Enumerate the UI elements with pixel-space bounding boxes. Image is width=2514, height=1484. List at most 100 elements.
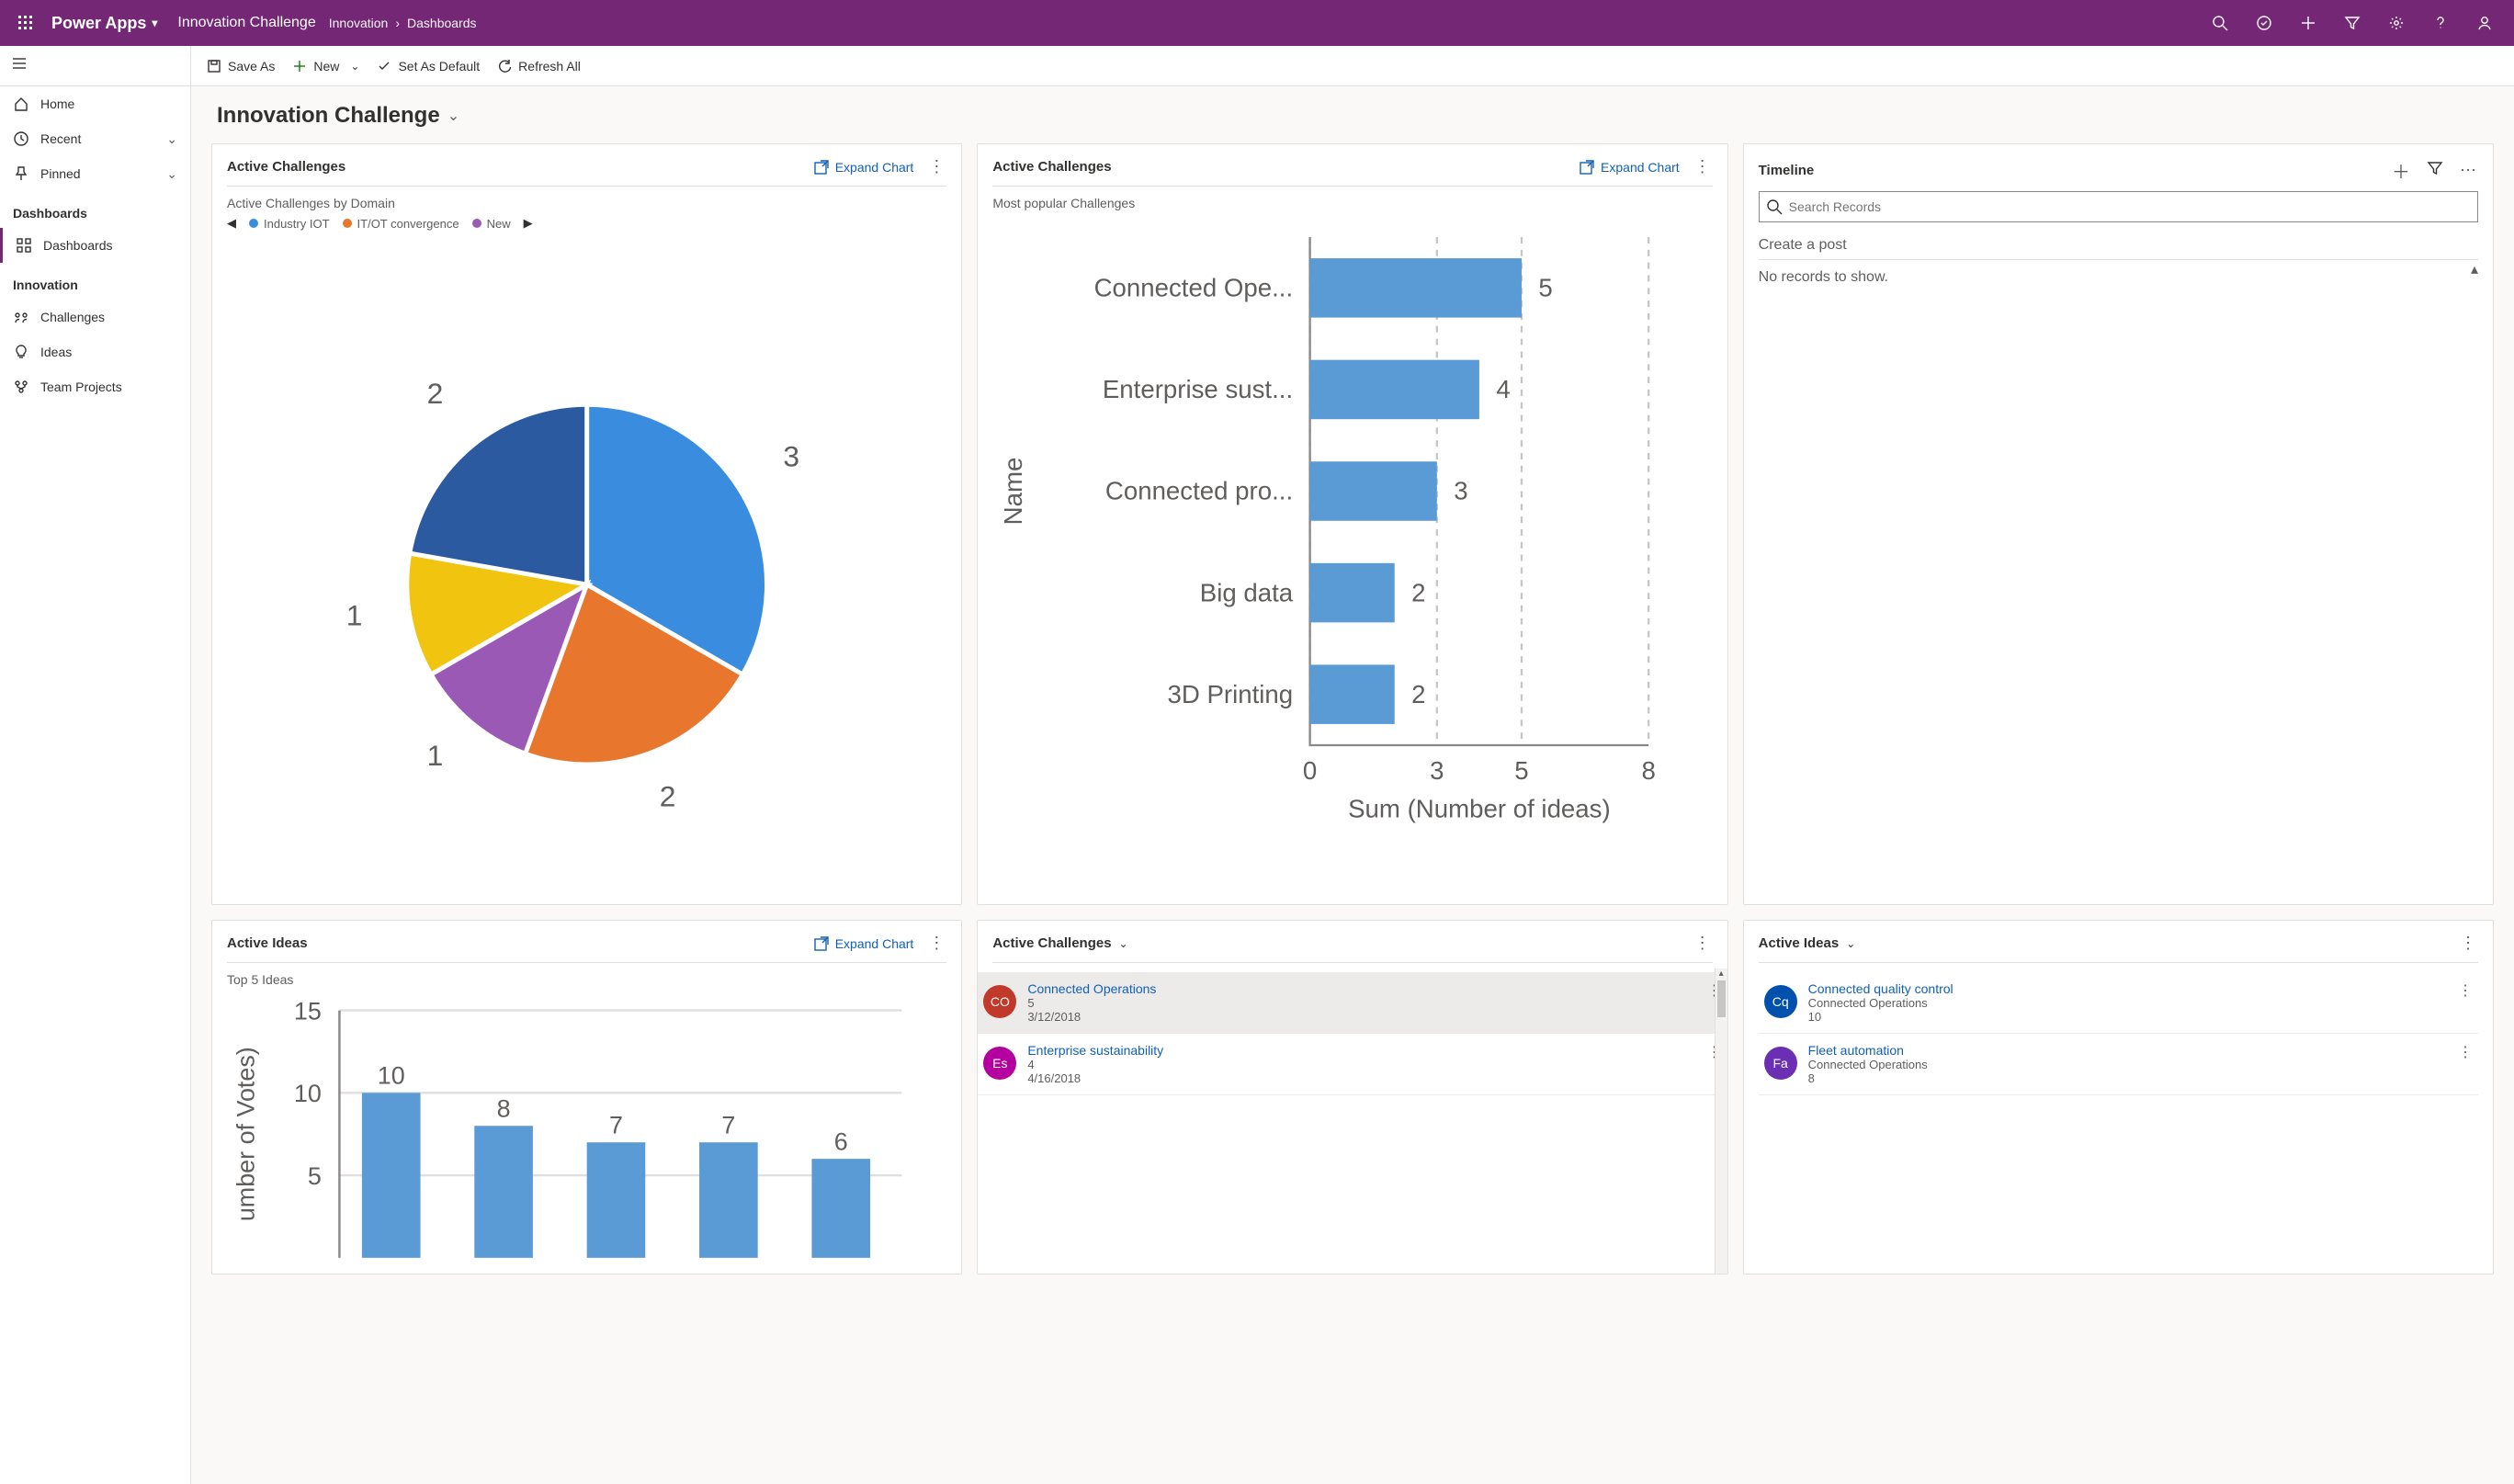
avatar: Fa	[1764, 1047, 1797, 1080]
create-post-link[interactable]: Create a post	[1759, 232, 2478, 259]
card-more-icon[interactable]: ⋮	[1693, 934, 1713, 953]
svg-text:8: 8	[1642, 756, 1656, 785]
list-item[interactable]: Fa Fleet automation Connected Operations…	[1759, 1034, 2478, 1095]
user-icon[interactable]	[2463, 0, 2507, 46]
legend-next-icon[interactable]: ▶	[524, 216, 533, 231]
chevron-down-icon[interactable]: ⌄	[350, 60, 359, 73]
list-item-title: Fleet automation	[1808, 1043, 2447, 1058]
svg-text:3: 3	[1430, 756, 1444, 785]
svg-text:Connected Ope...: Connected Ope...	[1094, 274, 1294, 302]
settings-icon[interactable]	[2374, 0, 2418, 46]
list-item[interactable]: CO Connected Operations 5 3/12/2018 ⋮	[978, 972, 1727, 1034]
svg-text:5: 5	[1515, 756, 1529, 785]
card-more-icon[interactable]: ⋮	[926, 157, 946, 176]
card-active-challenges-domain: Active Challenges Expand Chart ⋮ Active …	[211, 143, 962, 905]
legend-prev-icon[interactable]: ◀	[227, 216, 236, 231]
page-title: Innovation Challenge	[217, 103, 440, 129]
nav-dashboards[interactable]: Dashboards	[0, 228, 190, 263]
new-button[interactable]: New⌄	[291, 58, 359, 74]
card-more-icon[interactable]: ⋮	[2458, 934, 2478, 953]
breadcrumb-1[interactable]: Dashboards	[407, 16, 477, 30]
svg-text:4: 4	[1497, 375, 1511, 403]
task-flow-icon[interactable]	[2242, 0, 2286, 46]
pie-chart: 32112	[227, 231, 946, 893]
card-more-icon[interactable]: ⋮	[1693, 157, 1713, 176]
list-item[interactable]: Cq Connected quality control Connected O…	[1759, 972, 2478, 1034]
svg-text:5: 5	[308, 1162, 322, 1190]
help-icon[interactable]	[2418, 0, 2463, 46]
filter-icon[interactable]	[2330, 0, 2374, 46]
nav-home[interactable]: Home	[0, 86, 190, 121]
refresh-button[interactable]: Refresh All	[496, 58, 581, 74]
command-bar: Save As New⌄ Set As Default Refresh All	[191, 46, 2514, 86]
svg-text:5: 5	[1539, 274, 1553, 302]
svg-text:umber of Votes): umber of Votes)	[232, 1047, 259, 1221]
vbar-chart: 51015108776umber of Votes)	[227, 992, 946, 1263]
svg-text:2: 2	[1412, 578, 1426, 606]
timeline-add-icon[interactable]: ＋	[2390, 157, 2412, 184]
svg-text:Connected pro...: Connected pro...	[1105, 477, 1293, 505]
row-more-icon[interactable]: ⋮	[2458, 1043, 2473, 1061]
scrollbar[interactable]: ▴	[1715, 969, 1727, 1274]
svg-text:3: 3	[783, 440, 799, 473]
left-nav: Home Recent⌄ Pinned⌄ Dashboards Dashboar…	[0, 46, 191, 1484]
app-name: Innovation Challenge	[164, 15, 328, 31]
hbar-chart: 0358Connected Ope...5Enterprise sust...4…	[992, 216, 1712, 893]
list-item[interactable]: Es Enterprise sustainability 4 4/16/2018…	[978, 1034, 1727, 1095]
svg-text:8: 8	[497, 1095, 511, 1123]
breadcrumb: Innovation › Dashboards	[329, 16, 477, 30]
card-active-ideas-chart: Active Ideas Expand Chart ⋮ Top 5 Ideas …	[211, 920, 962, 1274]
svg-text:7: 7	[721, 1112, 735, 1139]
card-title: Timeline	[1759, 163, 1815, 178]
scroll-up-icon[interactable]: ▴	[2471, 260, 2478, 278]
svg-text:Enterprise sust...: Enterprise sust...	[1103, 375, 1293, 403]
brand[interactable]: Power Apps ▾	[44, 14, 164, 33]
list-body: Cq Connected quality control Connected O…	[1759, 972, 2478, 1095]
list-item-title: Enterprise sustainability	[1027, 1043, 1695, 1058]
nav-pinned[interactable]: Pinned⌄	[0, 156, 190, 191]
breadcrumb-0[interactable]: Innovation	[329, 16, 389, 30]
card-subtitle: Active Challenges by Domain	[227, 196, 946, 210]
set-default-button[interactable]: Set As Default	[376, 58, 480, 74]
avatar: CO	[983, 985, 1016, 1018]
list-item-sub1: Connected Operations	[1808, 1058, 2447, 1071]
nav-recent[interactable]: Recent⌄	[0, 121, 190, 156]
nav-challenges[interactable]: Challenges	[0, 300, 190, 334]
nav-group-innovation: Innovation	[0, 263, 190, 300]
avatar: Es	[983, 1047, 1016, 1080]
page-header: Innovation Challenge ⌄	[191, 86, 2514, 136]
card-subtitle: Most popular Challenges	[992, 196, 1712, 210]
list-item-sub1: Connected Operations	[1808, 996, 2447, 1010]
top-bar: Power Apps ▾ Innovation Challenge Innova…	[0, 0, 2514, 46]
card-title: Active Ideas	[1759, 935, 1840, 951]
svg-text:2: 2	[427, 377, 444, 410]
row-more-icon[interactable]: ⋮	[2458, 981, 2473, 1000]
expand-chart-button[interactable]: Expand Chart	[1579, 159, 1680, 176]
nav-collapse-button[interactable]	[0, 46, 190, 86]
timeline-more-icon[interactable]: ⋯	[2458, 161, 2478, 180]
timeline-filter-icon[interactable]	[2425, 160, 2445, 181]
svg-text:10: 10	[294, 1080, 322, 1107]
nav-team-projects[interactable]: Team Projects	[0, 369, 190, 404]
expand-chart-button[interactable]: Expand Chart	[813, 935, 914, 952]
timeline-search-input[interactable]	[1759, 191, 2478, 222]
save-as-button[interactable]: Save As	[206, 58, 275, 74]
view-selector-icon[interactable]: ⌄	[1119, 937, 1128, 950]
add-icon[interactable]	[2286, 0, 2330, 46]
list-item-sub2: 10	[1808, 1010, 2447, 1024]
view-selector-icon[interactable]: ⌄	[447, 107, 459, 125]
chevron-down-icon[interactable]: ⌄	[166, 131, 177, 147]
chevron-down-icon[interactable]: ⌄	[166, 166, 177, 182]
list-item-title: Connected Operations	[1027, 981, 1695, 996]
view-selector-icon[interactable]: ⌄	[1846, 937, 1855, 950]
app-launcher-icon[interactable]	[7, 5, 44, 41]
svg-text:7: 7	[609, 1112, 623, 1139]
nav-ideas[interactable]: Ideas	[0, 334, 190, 369]
svg-text:1: 1	[346, 599, 363, 632]
card-title: Active Challenges	[227, 159, 345, 175]
expand-chart-button[interactable]: Expand Chart	[813, 159, 914, 176]
card-more-icon[interactable]: ⋮	[926, 934, 946, 953]
svg-text:10: 10	[378, 1062, 405, 1090]
search-icon[interactable]	[2198, 0, 2242, 46]
card-popular-challenges: Active Challenges Expand Chart ⋮ Most po…	[977, 143, 1727, 905]
